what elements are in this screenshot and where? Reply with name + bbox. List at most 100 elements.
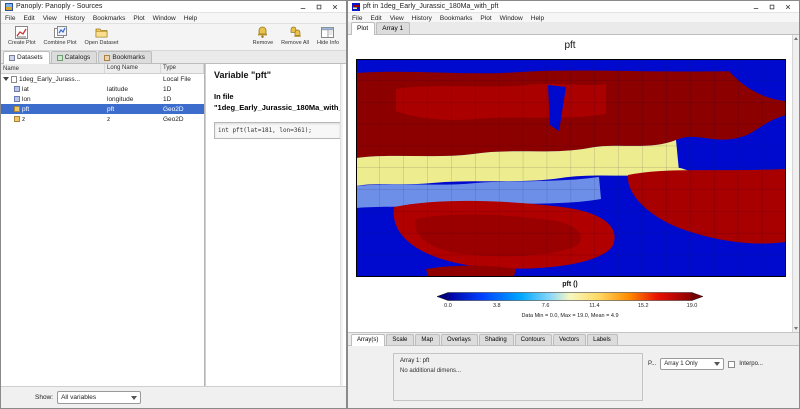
sources-window-controls (296, 2, 342, 12)
show-variables-value: All variables (61, 394, 96, 401)
tab-vectors[interactable]: Vectors (553, 334, 586, 345)
row-lon-type: 1D (161, 96, 204, 103)
remove-all-button[interactable]: Remove All (278, 25, 312, 47)
interpolate-checkbox[interactable] (728, 361, 735, 368)
column-header-name[interactable]: Name (1, 64, 105, 73)
remove-button[interactable]: Remove (250, 25, 276, 47)
tick-5: 19.0 (687, 303, 698, 309)
colorbar-title: pft () (348, 281, 792, 288)
tab-shading[interactable]: Shading (479, 334, 514, 345)
hide-info-button[interactable]: Hide Info (314, 25, 342, 47)
menu-edit[interactable]: Edit (366, 15, 385, 22)
table-row-lat[interactable]: lat latitude 1D (1, 84, 204, 94)
variable-declaration-code: int pft(lat=181, lon=361); (214, 122, 341, 139)
remove-label: Remove (253, 40, 273, 46)
menu-plot[interactable]: Plot (476, 15, 495, 22)
interpolate-label: Interpo... (739, 361, 763, 367)
column-header-long-name[interactable]: Long Name (105, 64, 161, 73)
table-row-pft-selected[interactable]: pft pft Geo2D (1, 104, 204, 114)
menu-history[interactable]: History (408, 15, 436, 22)
menu-window[interactable]: Window (149, 15, 180, 22)
tab-labels[interactable]: Labels (587, 334, 618, 345)
sources-titlebar[interactable]: Panoply: Panoply - Sources (1, 1, 346, 13)
desktop: Panoply: Panoply - Sources File Edit Vie… (0, 0, 800, 409)
tab-bookmarks[interactable]: Bookmarks (98, 51, 152, 63)
tab-scale-label: Scale (392, 337, 407, 343)
tab-datasets-label: Datasets (17, 54, 43, 61)
plot-titlebar[interactable]: pft in 1deg_Early_Jurassic_180Ma_with_pf… (348, 1, 799, 13)
tab-datasets[interactable]: Datasets (3, 51, 50, 64)
geo2d-variable-icon (14, 106, 20, 112)
tick-4: 15.2 (638, 303, 649, 309)
open-dataset-icon (95, 26, 108, 39)
remove-all-label: Remove All (281, 40, 309, 46)
maximize-button[interactable] (765, 2, 779, 12)
pft-plot-window: pft in 1deg_Early_Jurassic_180Ma_with_pf… (347, 0, 800, 409)
scroll-up-icon[interactable] (793, 35, 799, 42)
tab-overlays[interactable]: Overlays (441, 334, 478, 345)
tab-map[interactable]: Map (415, 334, 440, 345)
plot-window-icon (352, 3, 360, 11)
menu-view[interactable]: View (386, 15, 408, 22)
column-header-type[interactable]: Type (161, 64, 204, 73)
menu-edit[interactable]: Edit (19, 15, 38, 22)
dataset-file-icon (11, 76, 17, 83)
tab-plot[interactable]: Plot (351, 22, 375, 35)
menu-bookmarks[interactable]: Bookmarks (436, 15, 477, 22)
combine-arrays-dropdown[interactable]: Array 1 Only (660, 358, 724, 370)
array-1-label: Array 1: pft (400, 358, 636, 364)
info-panel-scrollbar[interactable] (340, 64, 343, 386)
plot-window-title: pft in 1deg_Early_Jurassic_180Ma_with_pf… (363, 3, 498, 10)
row-z-type: Geo2D (161, 116, 204, 123)
plot-view-tabs: Plot Array 1 (348, 22, 799, 35)
data-stats: Data Min = 0.0, Max = 19.0, Mean = 4.9 (348, 313, 792, 319)
variable-info-panel: Variable "pft" In file "1deg_Early_Juras… (205, 64, 343, 386)
scroll-down-icon[interactable] (793, 325, 799, 332)
panoply-app-icon (5, 3, 13, 11)
table-row-dataset[interactable]: 1deg_Early_Jurass... Local File (1, 74, 204, 84)
menu-window[interactable]: Window (496, 15, 527, 22)
combine-plot-icon (54, 26, 67, 39)
menu-help[interactable]: Help (180, 15, 201, 22)
variable-icon (14, 96, 20, 102)
create-plot-button[interactable]: Create Plot (5, 25, 39, 47)
tab-scale[interactable]: Scale (386, 334, 414, 345)
dataset-name: 1deg_Early_Jurass... (19, 76, 80, 83)
hide-info-label: Hide Info (317, 40, 339, 46)
colorbar (348, 292, 792, 301)
show-variables-dropdown[interactable]: All variables (57, 391, 141, 404)
maximize-button[interactable] (312, 2, 326, 12)
plot-canvas: pft (348, 35, 799, 333)
minimize-button[interactable] (749, 2, 763, 12)
tab-contours[interactable]: Contours (515, 334, 552, 345)
array-plot-controls: P... Array 1 Only Interpo... (648, 358, 763, 370)
tick-3: 11.4 (589, 303, 599, 309)
tab-bookmarks-label: Bookmarks (112, 54, 145, 61)
open-dataset-label: Open Dataset (85, 40, 119, 46)
close-button[interactable] (328, 2, 342, 12)
menu-file[interactable]: File (1, 15, 19, 22)
tab-catalogs[interactable]: Catalogs (51, 51, 98, 63)
colorbar-ticks: 0.0 3.8 7.6 11.4 15.2 19.0 (348, 303, 792, 310)
expand-arrow-icon[interactable] (3, 77, 9, 81)
open-dataset-button[interactable]: Open Dataset (82, 25, 122, 47)
menu-history[interactable]: History (61, 15, 89, 22)
minimize-button[interactable] (296, 2, 310, 12)
table-row-z[interactable]: z z Geo2D (1, 114, 204, 124)
menu-view[interactable]: View (39, 15, 61, 22)
chevron-down-icon (131, 396, 137, 400)
menu-file[interactable]: File (348, 15, 366, 22)
combine-arrays-value: Array 1 Only (664, 361, 697, 367)
table-row-lon[interactable]: lon longitude 1D (1, 94, 204, 104)
plot-vertical-scrollbar[interactable] (792, 35, 799, 332)
row-z-name: z (22, 116, 25, 123)
combine-plot-button[interactable]: Combine Plot (41, 25, 80, 47)
close-button[interactable] (781, 2, 795, 12)
show-label: Show: (35, 394, 53, 401)
menu-plot[interactable]: Plot (129, 15, 148, 22)
tab-arrays[interactable]: Array(s) (351, 334, 385, 346)
menu-bookmarks[interactable]: Bookmarks (89, 15, 130, 22)
menu-help[interactable]: Help (527, 15, 548, 22)
row-lon-name: lon (22, 96, 31, 103)
tab-array-1[interactable]: Array 1 (376, 22, 410, 34)
